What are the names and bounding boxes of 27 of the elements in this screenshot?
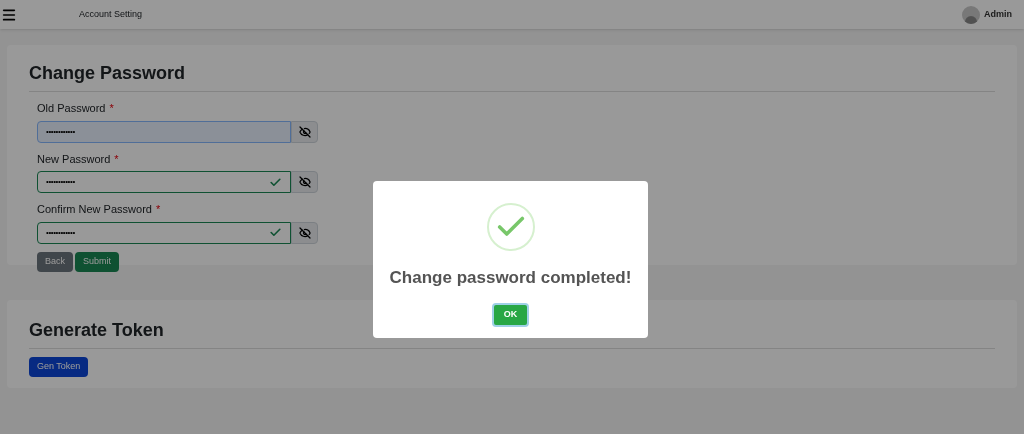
eye-off-icon — [298, 125, 311, 138]
dialog-message: Change password completed! — [389, 267, 632, 289]
check-icon — [269, 226, 282, 239]
password-field[interactable]: •••••••••••• — [37, 221, 291, 244]
eye-off-icon — [298, 176, 311, 188]
success-check-icon — [486, 203, 535, 251]
page-title: Account Setting — [79, 7, 143, 21]
section-title: Change Password — [29, 60, 995, 92]
user-name: Admin — [984, 7, 1012, 21]
password-field[interactable]: •••••••••••• — [37, 171, 291, 193]
eye-off-icon — [298, 226, 311, 239]
gen-token-button[interactable]: Gen Token — [29, 357, 89, 377]
submit-button[interactable]: Submit — [75, 251, 120, 272]
required-mark: * — [109, 101, 114, 116]
required-mark: * — [155, 202, 161, 217]
field-label: Confirm New Password — [37, 202, 152, 217]
back-button[interactable]: Back — [37, 251, 73, 272]
visibility-toggle-button[interactable] — [291, 221, 318, 244]
password-field[interactable]: •••••••••••• — [37, 120, 291, 143]
visibility-toggle-button[interactable] — [291, 171, 318, 193]
required-mark: * — [114, 151, 119, 167]
check-icon — [269, 175, 282, 189]
avatar-icon[interactable] — [962, 5, 980, 24]
visibility-toggle-button[interactable] — [291, 120, 318, 143]
field-label: Old Password — [37, 101, 106, 116]
field-label: New Password — [37, 151, 111, 167]
ok-button[interactable]: OK — [491, 302, 530, 327]
